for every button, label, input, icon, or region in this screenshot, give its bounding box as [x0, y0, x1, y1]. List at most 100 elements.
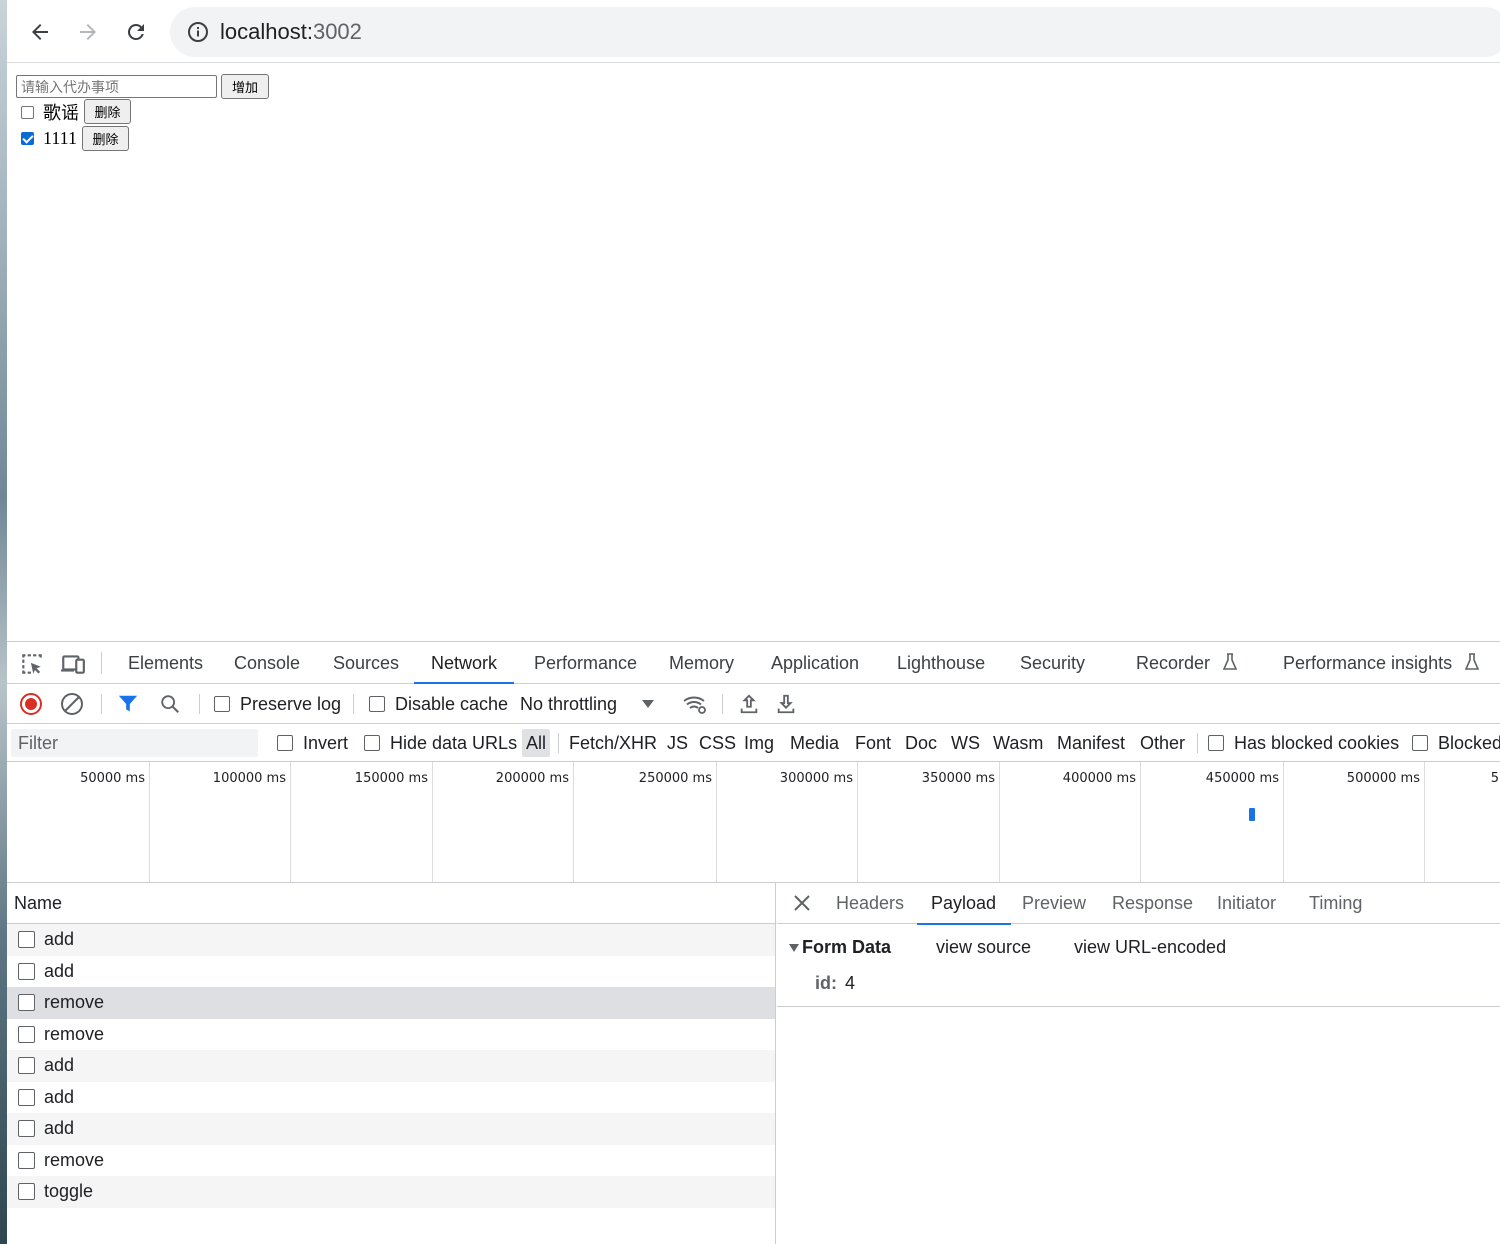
request-list: Name add add remove remove add add add r…: [7, 883, 776, 1244]
request-name: remove: [44, 1023, 105, 1044]
devtools-panel: Elements Console Sources Network Perform…: [7, 641, 1500, 1244]
delete-button[interactable]: 删除: [84, 99, 131, 124]
type-filter-ws[interactable]: WS: [951, 724, 980, 762]
has-blocked-cookies-label: Has blocked cookies: [1234, 732, 1400, 753]
request-row[interactable]: add: [7, 1082, 775, 1114]
invert-checkbox[interactable]: Invert: [277, 724, 348, 762]
type-filter-all[interactable]: All: [522, 729, 551, 757]
devtools-tabbar: Elements Console Sources Network Perform…: [7, 642, 1500, 684]
type-filter-doc[interactable]: Doc: [905, 724, 937, 762]
todo-item: 歌谣: [21, 100, 79, 124]
throttling-select[interactable]: No throttling: [520, 684, 655, 724]
clear-button[interactable]: [60, 684, 84, 724]
disable-cache-checkbox[interactable]: Disable cache: [369, 684, 508, 724]
hide-data-urls-label: Hide data URLs: [390, 732, 518, 753]
view-url-encoded-link[interactable]: view URL-encoded: [1074, 937, 1226, 958]
type-filter-other[interactable]: Other: [1140, 724, 1185, 762]
timeline-gridline: [432, 762, 433, 882]
preserve-log-checkbox[interactable]: Preserve log: [214, 684, 341, 724]
close-icon[interactable]: [793, 894, 811, 912]
request-name: remove: [44, 992, 105, 1013]
request-row[interactable]: remove: [7, 1019, 775, 1051]
import-har-button[interactable]: [738, 684, 760, 724]
request-type-icon: [18, 1088, 35, 1106]
request-row[interactable]: toggle: [7, 1176, 775, 1208]
request-row[interactable]: add: [7, 956, 775, 988]
filter-funnel-icon: [118, 695, 138, 712]
wifi-settings-icon: [683, 696, 706, 714]
blocked-requests-checkbox[interactable]: Blocked: [1412, 724, 1500, 762]
checkbox-box: [1208, 735, 1224, 751]
record-button[interactable]: [19, 684, 43, 724]
tab-initiator[interactable]: Initiator: [1217, 883, 1276, 924]
forward-button[interactable]: [72, 16, 104, 48]
add-button[interactable]: 增加: [221, 74, 269, 99]
request-row[interactable]: add: [7, 1050, 775, 1082]
checkbox-box: [214, 696, 230, 712]
request-type-icon: [18, 1025, 35, 1043]
type-filter-img[interactable]: Img: [744, 724, 774, 762]
divider: [777, 1006, 1500, 1007]
request-row[interactable]: add: [7, 924, 775, 956]
tab-timing[interactable]: Timing: [1309, 883, 1362, 924]
arrow-left-icon: [32, 24, 48, 40]
tab-performance-insights[interactable]: Performance insights: [1283, 642, 1480, 684]
filter-input[interactable]: Filter: [11, 729, 258, 757]
column-header-name[interactable]: Name: [7, 883, 775, 924]
filter-toggle-button[interactable]: [117, 684, 139, 724]
form-data-section-toggle[interactable]: Form Data: [789, 937, 891, 958]
search-button[interactable]: [159, 684, 181, 724]
type-filter-js[interactable]: JS: [667, 724, 688, 762]
tab-memory[interactable]: Memory: [669, 642, 734, 684]
address-bar[interactable]: localhost:3002: [170, 7, 1500, 57]
timeline-gridline: [290, 762, 291, 882]
info-icon[interactable]: [186, 20, 210, 44]
todo-checkbox[interactable]: [21, 131, 34, 145]
export-har-button[interactable]: [775, 684, 797, 724]
request-row-selected[interactable]: remove: [7, 987, 775, 1019]
tab-lighthouse[interactable]: Lighthouse: [897, 642, 985, 684]
search-icon: [161, 695, 179, 713]
type-filter-fetch-xhr[interactable]: Fetch/XHR: [569, 724, 657, 762]
form-field-value: 4: [845, 973, 856, 993]
back-button[interactable]: [24, 16, 56, 48]
request-row[interactable]: remove: [7, 1145, 775, 1177]
has-blocked-cookies-checkbox[interactable]: Has blocked cookies: [1208, 724, 1399, 762]
preserve-log-label: Preserve log: [240, 693, 342, 714]
todo-checkbox[interactable]: [21, 105, 34, 119]
divider: [353, 694, 354, 714]
tab-headers[interactable]: Headers: [836, 883, 904, 924]
type-filter-css[interactable]: CSS: [699, 724, 736, 762]
browser-toolbar: localhost:3002: [7, 0, 1500, 63]
tab-sources[interactable]: Sources: [333, 642, 399, 684]
tab-application[interactable]: Application: [771, 642, 859, 684]
tab-network[interactable]: Network: [413, 642, 515, 684]
tab-recorder[interactable]: Recorder: [1136, 642, 1238, 684]
reload-button[interactable]: [120, 16, 152, 48]
tab-response[interactable]: Response: [1112, 883, 1193, 924]
type-filter-media[interactable]: Media: [790, 724, 839, 762]
tab-console[interactable]: Console: [234, 642, 300, 684]
checkbox-box: [364, 735, 380, 751]
type-filter-font[interactable]: Font: [855, 724, 891, 762]
delete-button[interactable]: 删除: [82, 126, 129, 151]
checkbox-box: [277, 735, 293, 751]
divider: [722, 694, 723, 714]
network-overview-timeline[interactable]: 50000 ms 100000 ms 150000 ms 200000 ms 2…: [7, 762, 1500, 883]
request-row[interactable]: add: [7, 1113, 775, 1145]
hide-data-urls-checkbox[interactable]: Hide data URLs: [364, 724, 517, 762]
view-source-link[interactable]: view source: [936, 937, 1031, 958]
inspect-element-icon[interactable]: [19, 651, 45, 677]
blocked-requests-label: Blocked: [1438, 732, 1500, 753]
type-filter-wasm[interactable]: Wasm: [993, 724, 1043, 762]
type-filter-manifest[interactable]: Manifest: [1057, 724, 1125, 762]
tab-preview[interactable]: Preview: [1022, 883, 1086, 924]
network-conditions-button[interactable]: [682, 684, 708, 724]
tab-performance[interactable]: Performance: [534, 642, 637, 684]
tab-security[interactable]: Security: [1020, 642, 1085, 684]
tab-elements[interactable]: Elements: [128, 642, 203, 684]
todo-input[interactable]: 请输入代办事项: [16, 75, 217, 98]
device-toolbar-icon[interactable]: [60, 651, 86, 677]
tab-payload[interactable]: Payload: [916, 883, 1012, 925]
detail-tabbar: Headers Payload Preview Response Initiat…: [777, 883, 1500, 925]
